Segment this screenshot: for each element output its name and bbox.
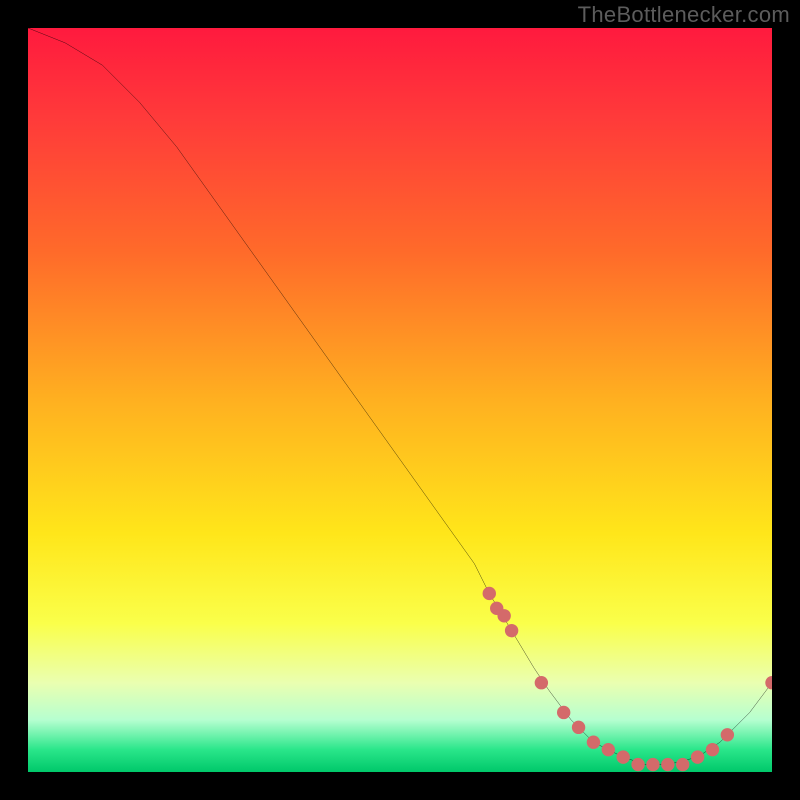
marker-point [676, 758, 689, 771]
marker-point [587, 736, 600, 749]
marker-point [765, 676, 772, 689]
marker-point [691, 750, 704, 763]
marker-point [497, 609, 510, 622]
marker-point [721, 728, 734, 741]
marker-point [646, 758, 659, 771]
marker-point [505, 624, 518, 637]
marker-point [483, 587, 496, 600]
marker-point [706, 743, 719, 756]
marker-point [661, 758, 674, 771]
marker-point [572, 721, 585, 734]
marker-point [602, 743, 615, 756]
marker-point [557, 706, 570, 719]
marker-point [631, 758, 644, 771]
highlight-markers [483, 587, 772, 772]
chart-frame: TheBottlenecker.com [0, 0, 800, 800]
bottleneck-curve [28, 28, 772, 765]
marker-point [617, 750, 630, 763]
plot-area [28, 28, 772, 772]
marker-point [535, 676, 548, 689]
watermark-text: TheBottlenecker.com [578, 2, 790, 28]
curve-layer [28, 28, 772, 772]
